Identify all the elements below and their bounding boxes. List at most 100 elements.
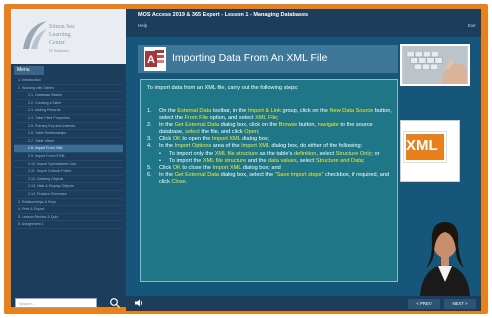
step-number: 1. [147, 108, 152, 114]
sidebar-item[interactable]: 2.4. Table Field Properties [14, 115, 123, 123]
sidebar-item[interactable]: 2.1. Database Basics [14, 92, 123, 100]
text-run: to open the [180, 136, 212, 143]
access-logo-icon: A [144, 47, 166, 71]
highlighted-term: Import XML [241, 143, 270, 150]
step-item: 6. In the Get External Data dialog box, s… [147, 172, 392, 186]
svg-text:A: A [147, 54, 155, 66]
highlighted-term: Structure and Data [315, 157, 363, 164]
sidebar-item[interactable]: 6. Assignment 1 [14, 221, 123, 229]
text-run: to close the [180, 164, 213, 171]
sidebar-item[interactable]: 2.6. Table Relationships [14, 130, 123, 138]
help-link[interactable]: Help [138, 23, 147, 28]
step-number: 3. [147, 136, 152, 143]
text-run: To import the [169, 157, 203, 164]
logo-text: Simon Sez Learning Center IT Solutions [49, 23, 121, 55]
logo-line-3: Center [49, 40, 65, 46]
highlighted-term: Import & Link [247, 108, 281, 114]
step-item: 4. In the Import Options area of the Impo… [147, 143, 392, 150]
highlighted-term: Close [171, 178, 186, 185]
highlighted-term: XML file structure [202, 157, 247, 164]
text-run: Click [159, 136, 173, 143]
sidebar-item[interactable]: 2.14. Practice Exercises [14, 191, 123, 199]
text-run: To import only the [169, 150, 215, 157]
highlighted-term: Open [244, 129, 258, 136]
logo-swoosh-icon [23, 21, 47, 49]
logo-line-4: IT Solutions [49, 48, 69, 53]
step-item: 3. Click OK to open the Import XML dialog… [147, 136, 392, 143]
bullet-dot: • [159, 157, 161, 164]
sidebar-item[interactable]: 4. Print & Export [14, 206, 123, 214]
bullet-item: • To import only the XML file structure a… [147, 151, 392, 158]
sidebar-item[interactable]: 2.8. Import From XML [14, 145, 123, 153]
step-item: 2. In the Get External Data dialog box, c… [147, 122, 392, 136]
app-window: Simon Sez Learning Center IT Solutions M… [0, 0, 492, 318]
exit-link[interactable]: Exit [468, 23, 476, 28]
text-run: dialog box, click on the [219, 122, 279, 129]
step-text: Click OK to open the Import XML dialog b… [159, 136, 392, 143]
highlighted-term: XML File [255, 115, 277, 122]
sidebar-item[interactable]: 2. Working with Tables [14, 85, 123, 93]
menu-tab[interactable]: Menu [14, 66, 44, 75]
highlighted-term: External Data [177, 108, 212, 114]
sidebar-item[interactable]: 2.12. Deleting Objects [14, 176, 123, 184]
bullet-dot: • [159, 150, 161, 157]
prev-button[interactable]: < PREV [408, 299, 440, 309]
highlighted-term: Structure Only [335, 150, 372, 157]
highlighted-term: Browse [278, 122, 298, 129]
search-input[interactable]: Search... [15, 298, 97, 308]
step-text: On the External Data toolbar, in the Imp… [159, 108, 392, 122]
highlighted-term: From File [184, 115, 209, 122]
step-number: 4. [147, 143, 152, 150]
steps-list: 1. On the External Data toolbar, in the I… [147, 108, 392, 186]
sidebar-item[interactable]: 2.9. Import From HTML [14, 153, 123, 161]
next-button[interactable]: NEXT > [444, 299, 476, 309]
highlighted-term: Get External Data [174, 122, 220, 129]
intro-text: To import data from an XML file, carry o… [147, 85, 299, 91]
sidebar-item[interactable]: 1. Introduction [14, 77, 123, 85]
keyboard-photo [400, 44, 470, 86]
logo-line-2: Learning [49, 32, 71, 38]
text-run: button, [297, 122, 318, 129]
text-run: as the table's [258, 150, 294, 157]
highlighted-term: Import XML [211, 136, 241, 143]
xml-label: XML [406, 137, 438, 154]
sidebar-item[interactable]: 2.2. Creating a Table [14, 100, 123, 108]
step-text: In the Import Options area of the Import… [159, 143, 392, 150]
sidebar-item[interactable]: 2.13. Hide & Display Objects [14, 183, 123, 191]
highlighted-term: Import XML [212, 164, 242, 171]
sidebar-item[interactable]: 2.10. Import Spreadsheet Link [14, 161, 123, 169]
text-run: the file, and click [199, 129, 245, 136]
highlighted-term: XML file structure [214, 150, 259, 157]
bullet-text: To import only the XML file structure as… [169, 151, 392, 158]
sidebar-item[interactable]: 2.11. Import Outlook Folder [14, 168, 123, 176]
highlighted-term: Get External Data [174, 171, 220, 178]
text-run: area of the [211, 143, 242, 150]
text-run: option, and select [208, 115, 256, 122]
text-run: ; or [371, 150, 380, 157]
sidebar-item[interactable]: 2.3. Adding Records [14, 107, 123, 115]
highlighted-term: OK [172, 164, 181, 171]
magnifier-icon[interactable] [109, 297, 121, 309]
step-text: In the Get External Data dialog box, cli… [159, 122, 392, 136]
text-run: In the [159, 122, 175, 129]
highlighted-term: select [185, 129, 200, 136]
text-run: toolbar, in the [211, 108, 248, 114]
text-run: group, click on the [280, 108, 330, 114]
sidebar-item[interactable]: 5. Lesson Review & Quiz [14, 214, 123, 222]
highlighted-term: New Data Source [329, 108, 374, 114]
step-number: 5. [147, 164, 152, 171]
highlighted-term: "Save import steps" [274, 171, 324, 178]
slide-title: Importing Data From An XML File [172, 52, 328, 64]
sidebar-item[interactable]: 2.7. Table Views [14, 138, 123, 146]
highlighted-term: data values [268, 157, 297, 164]
sidebar-item[interactable]: 3. Relationships & Keys [14, 199, 123, 207]
highlighted-term: definition [293, 150, 317, 157]
step-number: 6. [147, 171, 152, 178]
text-run: Click [159, 164, 173, 171]
presenter-image [420, 222, 470, 296]
text-run: and the [246, 157, 268, 164]
speaker-icon[interactable] [134, 298, 144, 308]
text-run: dialog box; and [241, 164, 281, 171]
sidebar-item[interactable]: 2.5. Primary Key and Indexes [14, 123, 123, 131]
text-run: . [185, 178, 188, 185]
